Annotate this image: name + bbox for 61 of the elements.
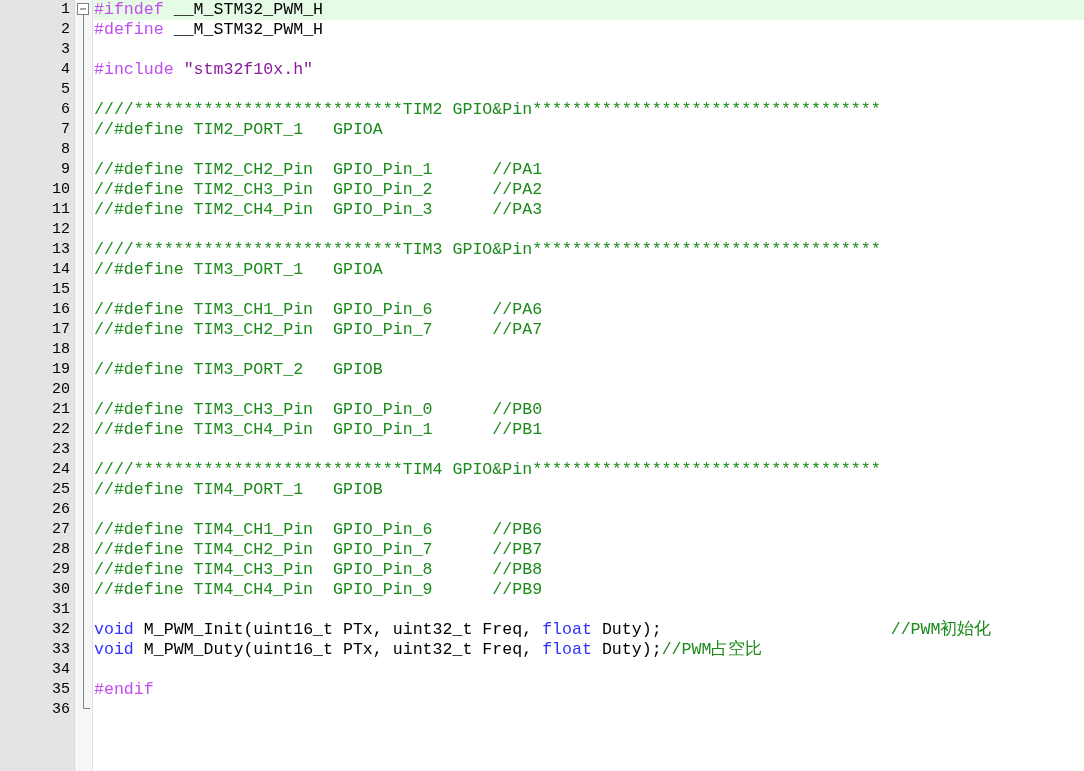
line-number: 25 [52,480,71,500]
line-number: 33 [52,640,71,660]
line-number: 12 [52,220,71,240]
line-number: 10 [52,180,71,200]
line-number: 11 [52,200,71,220]
line-number: 21 [52,400,71,420]
line-number: 2 [61,20,71,40]
line-number: 32 [52,620,71,640]
code-line: //#define TIM3_PORT_2 GPIOB [93,360,383,380]
code-line: void M_PWM_Init(uint16_t PTx, uint32_t Freq, float Duty); //PWM初始化 [93,620,992,640]
line-number: 23 [52,440,71,460]
line-number: 6 [61,100,71,120]
code-line: //#define TIM2_CH4_Pin GPIO_Pin_3 //PA3 [93,200,543,220]
code-line: ////***************************TIM4 GPIO&Pin*********************************** [93,460,881,480]
code-line: //#define TIM4_CH1_Pin GPIO_Pin_6 //PB6 [93,520,543,540]
line-number: 18 [52,340,71,360]
line-number: 19 [52,360,71,380]
code-line: ////***************************TIM3 GPIO&Pin*********************************** [93,240,881,260]
code-line: ////***************************TIM2 GPIO&Pin*********************************** [93,100,881,120]
code-line: //#define TIM4_CH3_Pin GPIO_Pin_8 //PB8 [93,560,543,580]
line-number: 1 [61,0,71,20]
code-line: //#define TIM4_CH2_Pin GPIO_Pin_7 //PB7 [93,540,543,560]
line-number: 8 [61,140,71,160]
line-number: 9 [61,160,71,180]
code-line: //#define TIM3_CH1_Pin GPIO_Pin_6 //PA6 [93,300,543,320]
code-line: //#define TIM4_CH4_Pin GPIO_Pin_9 //PB9 [93,580,543,600]
line-number: 20 [52,380,71,400]
code-line: #define __M_STM32_PWM_H [93,20,324,40]
code-line: //#define TIM3_CH2_Pin GPIO_Pin_7 //PA7 [93,320,543,340]
line-number: 26 [52,500,71,520]
collapse-icon[interactable] [77,3,89,15]
line-number: 14 [52,260,71,280]
code-line: #endif [93,680,154,700]
code-line: #ifndef __M_STM32_PWM_H [93,0,324,20]
code-line: //#define TIM2_PORT_1 GPIOA [93,120,383,140]
code-line: //#define TIM4_PORT_1 GPIOB [93,480,383,500]
code-line: //#define TIM3_PORT_1 GPIOA [93,260,383,280]
line-number: 28 [52,540,71,560]
code-line: //#define TIM2_CH3_Pin GPIO_Pin_2 //PA2 [93,180,543,200]
line-number: 34 [52,660,71,680]
line-number: 29 [52,560,71,580]
line-number: 16 [52,300,71,320]
line-number: 22 [52,420,71,440]
line-number: 27 [52,520,71,540]
line-number: 7 [61,120,71,140]
line-number: 5 [61,80,71,100]
line-number: 36 [52,700,71,720]
line-number: 3 [61,40,71,60]
code-line: //#define TIM3_CH3_Pin GPIO_Pin_0 //PB0 [93,400,543,420]
code-line: #include "stm32f10x.h" [93,60,314,80]
code-line: void M_PWM_Duty(uint16_t PTx, uint32_t Freq, float Duty);//PWM占空比 [93,640,763,660]
line-number: 13 [52,240,71,260]
line-number: 17 [52,320,71,340]
line-number: 24 [52,460,71,480]
line-number: 35 [52,680,71,700]
code-line: //#define TIM3_CH4_Pin GPIO_Pin_1 //PB1 [93,420,543,440]
line-number: 15 [52,280,71,300]
line-number: 4 [61,60,71,80]
line-number: 31 [52,600,71,620]
line-number: 30 [52,580,71,600]
code-line: //#define TIM2_CH2_Pin GPIO_Pin_1 //PA1 [93,160,543,180]
